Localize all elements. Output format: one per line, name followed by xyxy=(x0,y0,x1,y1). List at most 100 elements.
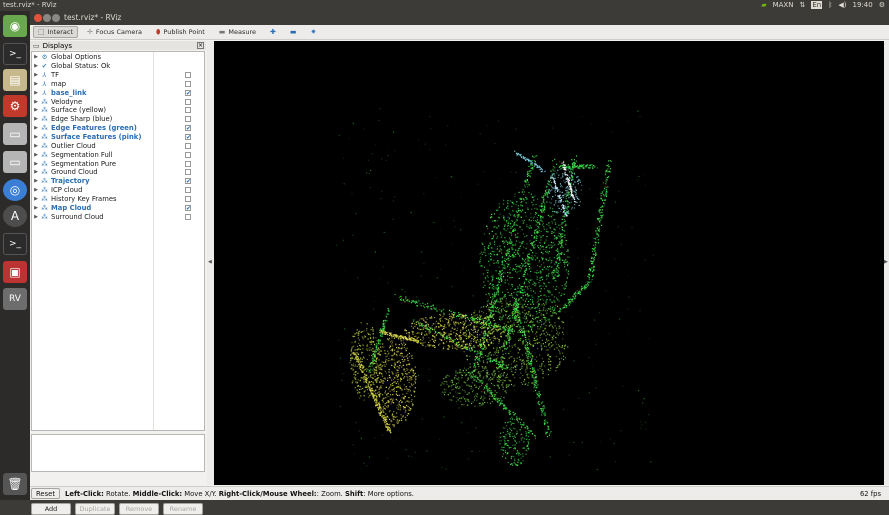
expand-arrow-icon[interactable]: ▶ xyxy=(32,90,40,96)
system-settings-icon[interactable]: ⚙ xyxy=(3,95,27,117)
expand-arrow-icon[interactable]: ▶ xyxy=(32,143,40,149)
3d-render-view[interactable] xyxy=(214,41,884,485)
display-item[interactable]: ▶ ⁂ History Key Frames xyxy=(32,195,204,204)
display-item[interactable]: ▶ ⁂ Trajectory ✔ xyxy=(32,177,204,186)
display-item[interactable]: ▶ ⁂ Surface Features (pink) ✔ xyxy=(32,133,204,142)
expand-arrow-icon[interactable]: ▶ xyxy=(32,187,40,193)
expand-arrow-icon[interactable]: ▶ xyxy=(32,116,40,122)
clock[interactable]: 19:40 xyxy=(853,1,873,9)
expand-arrow-icon[interactable]: ▶ xyxy=(32,214,40,220)
nvidia-mode[interactable]: MAXN xyxy=(773,1,794,9)
display-item[interactable]: ▶ ⚙ Global Options xyxy=(32,53,204,62)
close-panel-icon[interactable]: × xyxy=(197,42,204,49)
cloud-point xyxy=(501,278,503,280)
nvidia-icon[interactable]: ▰ xyxy=(761,1,766,9)
monitor-icon[interactable]: ▣ xyxy=(3,261,27,283)
close-button[interactable] xyxy=(34,14,42,22)
enable-checkbox[interactable] xyxy=(185,98,191,105)
add-tool-button[interactable]: ✚ xyxy=(265,26,281,38)
focus-camera-tool[interactable]: ✛ Focus Camera xyxy=(82,26,147,38)
left-splitter[interactable]: ◀ xyxy=(207,41,214,485)
enable-checkbox[interactable] xyxy=(185,116,191,123)
minimize-button[interactable] xyxy=(43,14,51,22)
enable-checkbox[interactable]: ✔ xyxy=(185,204,191,211)
expand-arrow-icon[interactable]: ▶ xyxy=(32,196,40,202)
cloud-point xyxy=(608,160,610,162)
display-item[interactable]: ▶ ⅄ TF xyxy=(32,71,204,80)
enable-checkbox[interactable] xyxy=(185,213,191,220)
displays-tree[interactable]: ▶ ⚙ Global Options ▶ ✔ Global Status: Ok ▶ ⅄ TF ▶… xyxy=(31,51,205,431)
enable-checkbox[interactable] xyxy=(185,151,191,158)
files-icon[interactable]: ▤ xyxy=(3,69,27,91)
display-item[interactable]: ▶ ⁂ Surface (yellow) xyxy=(32,106,204,115)
expand-arrow-icon[interactable]: ▶ xyxy=(32,81,40,87)
enable-checkbox[interactable] xyxy=(185,195,191,202)
expand-arrow-icon[interactable]: ▶ xyxy=(32,99,40,105)
cloud-point xyxy=(557,264,559,266)
terminal-icon-2[interactable]: >_ xyxy=(3,233,27,255)
expand-arrow-icon[interactable]: ▶ xyxy=(32,107,40,113)
duplicate-button[interactable]: Duplicate xyxy=(75,503,115,515)
display-item[interactable]: ▶ ⅄ base_link ✔ xyxy=(32,88,204,97)
software-updater-icon[interactable]: A xyxy=(3,205,27,227)
enable-checkbox[interactable] xyxy=(185,72,191,79)
tool-properties-button[interactable]: ✷ xyxy=(306,26,322,38)
enable-checkbox[interactable] xyxy=(185,80,191,87)
enable-checkbox[interactable]: ✔ xyxy=(185,178,191,185)
power-gear-icon[interactable]: ⚙ xyxy=(879,1,885,9)
terminal-icon[interactable]: >_ xyxy=(3,43,27,65)
volume-icon[interactable]: ◀) xyxy=(838,1,846,9)
display-item[interactable]: ▶ ⁂ Segmentation Full xyxy=(32,150,204,159)
collapse-left-icon[interactable]: ◀ xyxy=(208,259,212,265)
interact-tool[interactable]: ⬚ Interact xyxy=(33,26,78,38)
expand-arrow-icon[interactable]: ▶ xyxy=(32,54,40,60)
cloud-point xyxy=(512,220,514,222)
expand-arrow-icon[interactable]: ▶ xyxy=(32,161,40,167)
display-item[interactable]: ▶ ⅄ map xyxy=(32,80,204,89)
add-button[interactable]: Add xyxy=(31,503,71,515)
bluetooth-icon[interactable]: ᛒ xyxy=(828,1,832,9)
display-item[interactable]: ▶ ⁂ Segmentation Pure xyxy=(32,159,204,168)
trash-icon[interactable]: 🗑 xyxy=(3,473,27,495)
expand-arrow-icon[interactable]: ▶ xyxy=(32,72,40,78)
ubuntu-logo-icon[interactable]: ◉ xyxy=(3,15,27,37)
display-item[interactable]: ▶ ⁂ Outlier Cloud xyxy=(32,142,204,151)
enable-checkbox[interactable] xyxy=(185,160,191,167)
disk-icon-2[interactable]: ▭ xyxy=(3,151,27,173)
enable-checkbox[interactable]: ✔ xyxy=(185,134,191,141)
display-item[interactable]: ▶ ⁂ Edge Features (green) ✔ xyxy=(32,124,204,133)
expand-arrow-icon[interactable]: ▶ xyxy=(32,152,40,158)
enable-checkbox[interactable] xyxy=(185,107,191,114)
expand-arrow-icon[interactable]: ▶ xyxy=(32,205,40,211)
remove-tool-button[interactable]: ▬ xyxy=(285,26,302,38)
enable-checkbox[interactable] xyxy=(185,142,191,149)
keyboard-layout[interactable]: En xyxy=(811,1,823,9)
maximize-button[interactable] xyxy=(52,14,60,22)
remove-button[interactable]: Remove xyxy=(119,503,159,515)
expand-arrow-icon[interactable]: ▶ xyxy=(32,169,40,175)
display-item[interactable]: ▶ ⁂ Edge Sharp (blue) xyxy=(32,115,204,124)
chromium-icon[interactable]: ◎ xyxy=(3,179,27,201)
cloud-point xyxy=(528,382,530,384)
display-item[interactable]: ▶ ⁂ Surround Cloud xyxy=(32,212,204,221)
cloud-point xyxy=(542,259,544,261)
enable-checkbox[interactable]: ✔ xyxy=(185,89,191,96)
measure-tool[interactable]: ▬ Measure xyxy=(214,26,261,38)
display-item[interactable]: ▶ ⁂ Map Cloud ✔ xyxy=(32,203,204,212)
expand-arrow-icon[interactable]: ▶ xyxy=(32,178,40,184)
network-icon[interactable]: ⇅ xyxy=(799,1,805,9)
enable-checkbox[interactable]: ✔ xyxy=(185,125,191,132)
publish-point-tool[interactable]: ⬮ Publish Point xyxy=(151,26,210,38)
display-item[interactable]: ▶ ⁂ Ground Cloud xyxy=(32,168,204,177)
expand-arrow-icon[interactable]: ▶ xyxy=(32,134,40,140)
enable-checkbox[interactable] xyxy=(185,187,191,194)
expand-arrow-icon[interactable]: ▶ xyxy=(32,63,40,69)
rename-button[interactable]: Rename xyxy=(163,503,203,515)
expand-arrow-icon[interactable]: ▶ xyxy=(32,125,40,131)
enable-checkbox[interactable] xyxy=(185,169,191,176)
display-item[interactable]: ▶ ⁂ ICP cloud xyxy=(32,186,204,195)
rviz-icon[interactable]: RV xyxy=(3,288,27,310)
display-item[interactable]: ▶ ⁂ Velodyne xyxy=(32,97,204,106)
display-item[interactable]: ▶ ✔ Global Status: Ok xyxy=(32,62,204,71)
disk-icon[interactable]: ▭ xyxy=(3,123,27,145)
